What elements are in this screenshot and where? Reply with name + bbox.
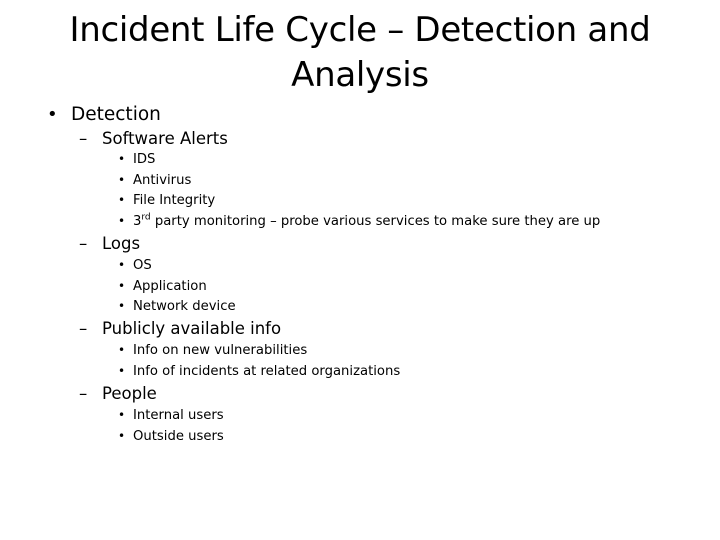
bullet-icon: •	[118, 299, 126, 313]
sub-bullet-people: – People	[79, 384, 157, 403]
item-text: File Integrity	[133, 193, 216, 208]
sub-bullet-software-alerts: – Software Alerts	[79, 129, 228, 148]
dash-icon: –	[79, 319, 88, 338]
item-text: Outside users	[133, 429, 224, 444]
item-text: Info of incidents at related organizatio…	[133, 364, 401, 379]
sub-bullet-text: Logs	[102, 234, 141, 253]
bullet-icon: •	[118, 343, 126, 357]
slide: Incident Life Cycle – Detection and Anal…	[0, 0, 720, 540]
bullet-icon: •	[118, 152, 126, 166]
item-text: OS	[133, 258, 152, 273]
bullet-detection: • Detection	[47, 104, 161, 125]
sub-bullet-text: Software Alerts	[102, 129, 228, 148]
bullet-icon: •	[118, 279, 126, 293]
bullet-icon: •	[118, 364, 126, 378]
bullet-icon: •	[118, 429, 126, 443]
item-file-integrity: • File Integrity	[118, 193, 216, 208]
item-text: Internal users	[133, 408, 224, 423]
bullet-text: Detection	[71, 104, 161, 125]
sub-bullet-publicly-available-info: – Publicly available info	[79, 319, 282, 338]
item-ids: • IDS	[118, 152, 156, 167]
ordinal-suffix: rd	[141, 212, 151, 223]
item-os: • OS	[118, 258, 152, 273]
bullet-icon: •	[118, 173, 126, 187]
item-text: Antivirus	[133, 173, 192, 188]
dash-icon: –	[79, 234, 88, 253]
slide-title: Incident Life Cycle – Detection and Anal…	[40, 8, 680, 98]
item-text: Network device	[133, 299, 236, 314]
item-text: Application	[133, 279, 207, 294]
bullet-icon: •	[118, 258, 126, 272]
item-text: Info on new vulnerabilities	[133, 343, 308, 358]
bullet-icon: •	[118, 408, 126, 422]
dash-icon: –	[79, 384, 88, 403]
item-rest: party monitoring – probe various service…	[150, 214, 601, 229]
item-info-new-vulnerabilities: • Info on new vulnerabilities	[118, 343, 308, 358]
sub-bullet-logs: – Logs	[79, 234, 141, 253]
item-info-incidents-related-orgs: • Info of incidents at related organizat…	[118, 364, 401, 379]
item-internal-users: • Internal users	[118, 408, 224, 423]
item-outside-users: • Outside users	[118, 429, 224, 444]
item-text: IDS	[133, 152, 156, 167]
item-third-party-monitoring: • 3rd party monitoring – probe various s…	[118, 212, 601, 229]
item-antivirus: • Antivirus	[118, 173, 192, 188]
bullet-icon: •	[118, 214, 126, 228]
title-line-2: Analysis	[291, 55, 429, 95]
item-text: 3rd party monitoring – probe various ser…	[133, 212, 601, 229]
title-line-1: Incident Life Cycle – Detection and	[69, 10, 651, 50]
bullet-icon: •	[47, 104, 58, 125]
item-application: • Application	[118, 279, 207, 294]
sub-bullet-text: Publicly available info	[102, 319, 282, 338]
sub-bullet-text: People	[102, 384, 157, 403]
item-network-device: • Network device	[118, 299, 236, 314]
dash-icon: –	[79, 129, 88, 148]
bullet-icon: •	[118, 193, 126, 207]
